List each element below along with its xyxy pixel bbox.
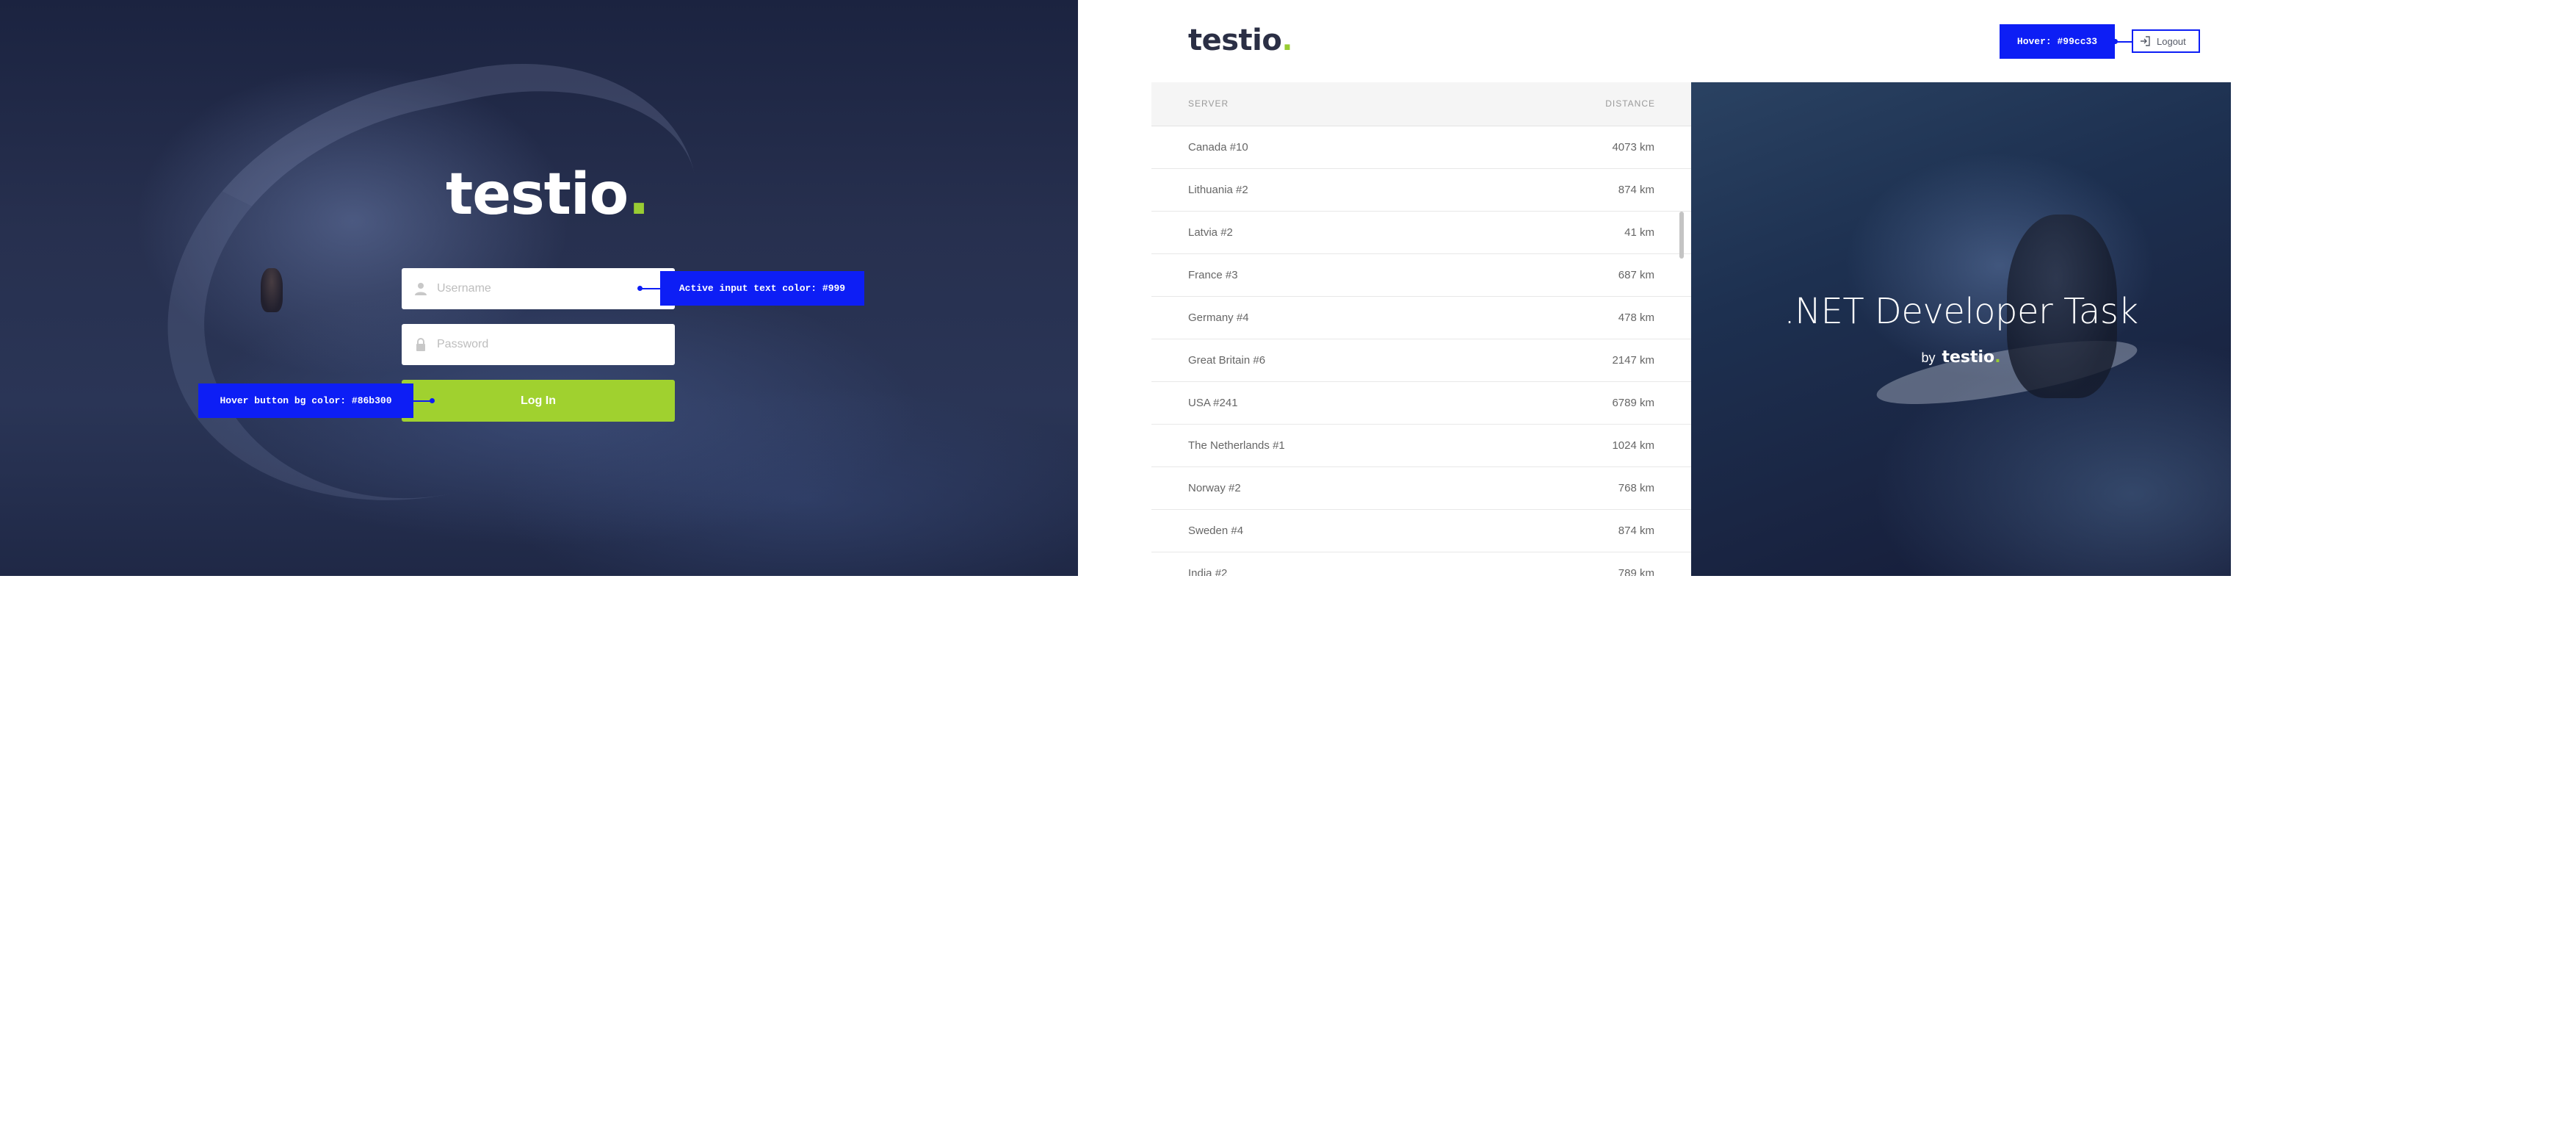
server-name: Great Britain #6 bbox=[1188, 354, 1266, 367]
server-name: Latvia #2 bbox=[1188, 226, 1233, 239]
table-row[interactable]: Norway #2 768 km bbox=[1151, 467, 1691, 510]
lock-icon bbox=[416, 338, 425, 351]
server-table: SERVER DISTANCE Canada #10 4073 km Lithuan… bbox=[1151, 82, 1691, 576]
user-icon bbox=[415, 283, 427, 295]
server-name: Lithuania #2 bbox=[1188, 184, 1248, 196]
logout-label: Logout bbox=[2157, 35, 2186, 47]
server-distance: 1024 km bbox=[1612, 439, 1654, 452]
input-annotation-connector bbox=[637, 286, 660, 291]
logout-icon bbox=[2141, 36, 2150, 46]
server-name: The Netherlands #1 bbox=[1188, 439, 1285, 452]
app-screen: testio. Hover: #99cc33 Logout SERVER DIS… bbox=[1151, 0, 2231, 576]
hero-panel: .NET Developer Task by testio. bbox=[1691, 82, 2231, 576]
hero-byline: by testio. bbox=[1921, 348, 2001, 367]
button-annotation-connector bbox=[413, 398, 435, 403]
server-name: USA #241 bbox=[1188, 397, 1238, 409]
table-row[interactable]: Canada #10 4073 km bbox=[1151, 126, 1691, 169]
logout-button[interactable]: Logout bbox=[2132, 29, 2200, 53]
input-annotation: Active input text color: #999 bbox=[660, 271, 864, 306]
column-header-distance[interactable]: DISTANCE bbox=[1605, 98, 1655, 109]
logout-annotation-connector bbox=[2113, 39, 2132, 44]
server-distance: 6789 km bbox=[1612, 397, 1654, 409]
logout-annotation: Hover: #99cc33 bbox=[2000, 24, 2115, 59]
server-distance: 41 km bbox=[1624, 226, 1654, 239]
username-field[interactable] bbox=[402, 268, 675, 309]
table-header: SERVER DISTANCE bbox=[1151, 82, 1691, 126]
table-row[interactable]: Latvia #2 41 km bbox=[1151, 212, 1691, 254]
server-name: India #2 bbox=[1188, 567, 1228, 576]
table-row[interactable]: Germany #4 478 km bbox=[1151, 297, 1691, 339]
table-row[interactable]: India #2 789 km bbox=[1151, 552, 1691, 576]
server-distance: 789 km bbox=[1618, 567, 1654, 576]
column-header-server[interactable]: SERVER bbox=[1188, 98, 1229, 109]
password-field[interactable] bbox=[402, 324, 675, 365]
server-name: Canada #10 bbox=[1188, 141, 1248, 154]
server-name: Sweden #4 bbox=[1188, 525, 1244, 537]
table-row[interactable]: Lithuania #2 874 km bbox=[1151, 169, 1691, 212]
server-name: Germany #4 bbox=[1188, 311, 1249, 324]
button-annotation: Hover button bg color: #86b300 bbox=[198, 383, 413, 418]
server-distance: 4073 km bbox=[1612, 141, 1654, 154]
login-button[interactable]: Log In bbox=[402, 380, 675, 422]
login-logo: testio. bbox=[446, 162, 650, 228]
table-row[interactable]: Sweden #4 874 km bbox=[1151, 510, 1691, 552]
table-row[interactable]: The Netherlands #1 1024 km bbox=[1151, 425, 1691, 467]
server-distance: 874 km bbox=[1618, 525, 1654, 537]
server-distance: 687 km bbox=[1618, 269, 1654, 281]
server-name: France #3 bbox=[1188, 269, 1238, 281]
surfer-figure bbox=[261, 268, 283, 312]
hero-byline-logo: testio. bbox=[1942, 348, 2001, 367]
server-distance: 2147 km bbox=[1612, 354, 1654, 367]
table-row[interactable]: France #3 687 km bbox=[1151, 254, 1691, 297]
server-name: Norway #2 bbox=[1188, 482, 1241, 494]
login-screen: testio. Log In Active input text color: … bbox=[0, 0, 1078, 576]
server-distance: 478 km bbox=[1618, 311, 1654, 324]
username-input[interactable] bbox=[437, 268, 657, 309]
app-logo: testio. bbox=[1188, 24, 1293, 57]
table-row[interactable]: Great Britain #6 2147 km bbox=[1151, 339, 1691, 382]
hero-title: .NET Developer Task bbox=[1784, 291, 2138, 332]
table-row[interactable]: USA #241 6789 km bbox=[1151, 382, 1691, 425]
table-scrollbar[interactable] bbox=[1679, 212, 1684, 259]
password-input[interactable] bbox=[437, 324, 657, 365]
server-distance: 768 km bbox=[1618, 482, 1654, 494]
server-distance: 874 km bbox=[1618, 184, 1654, 196]
